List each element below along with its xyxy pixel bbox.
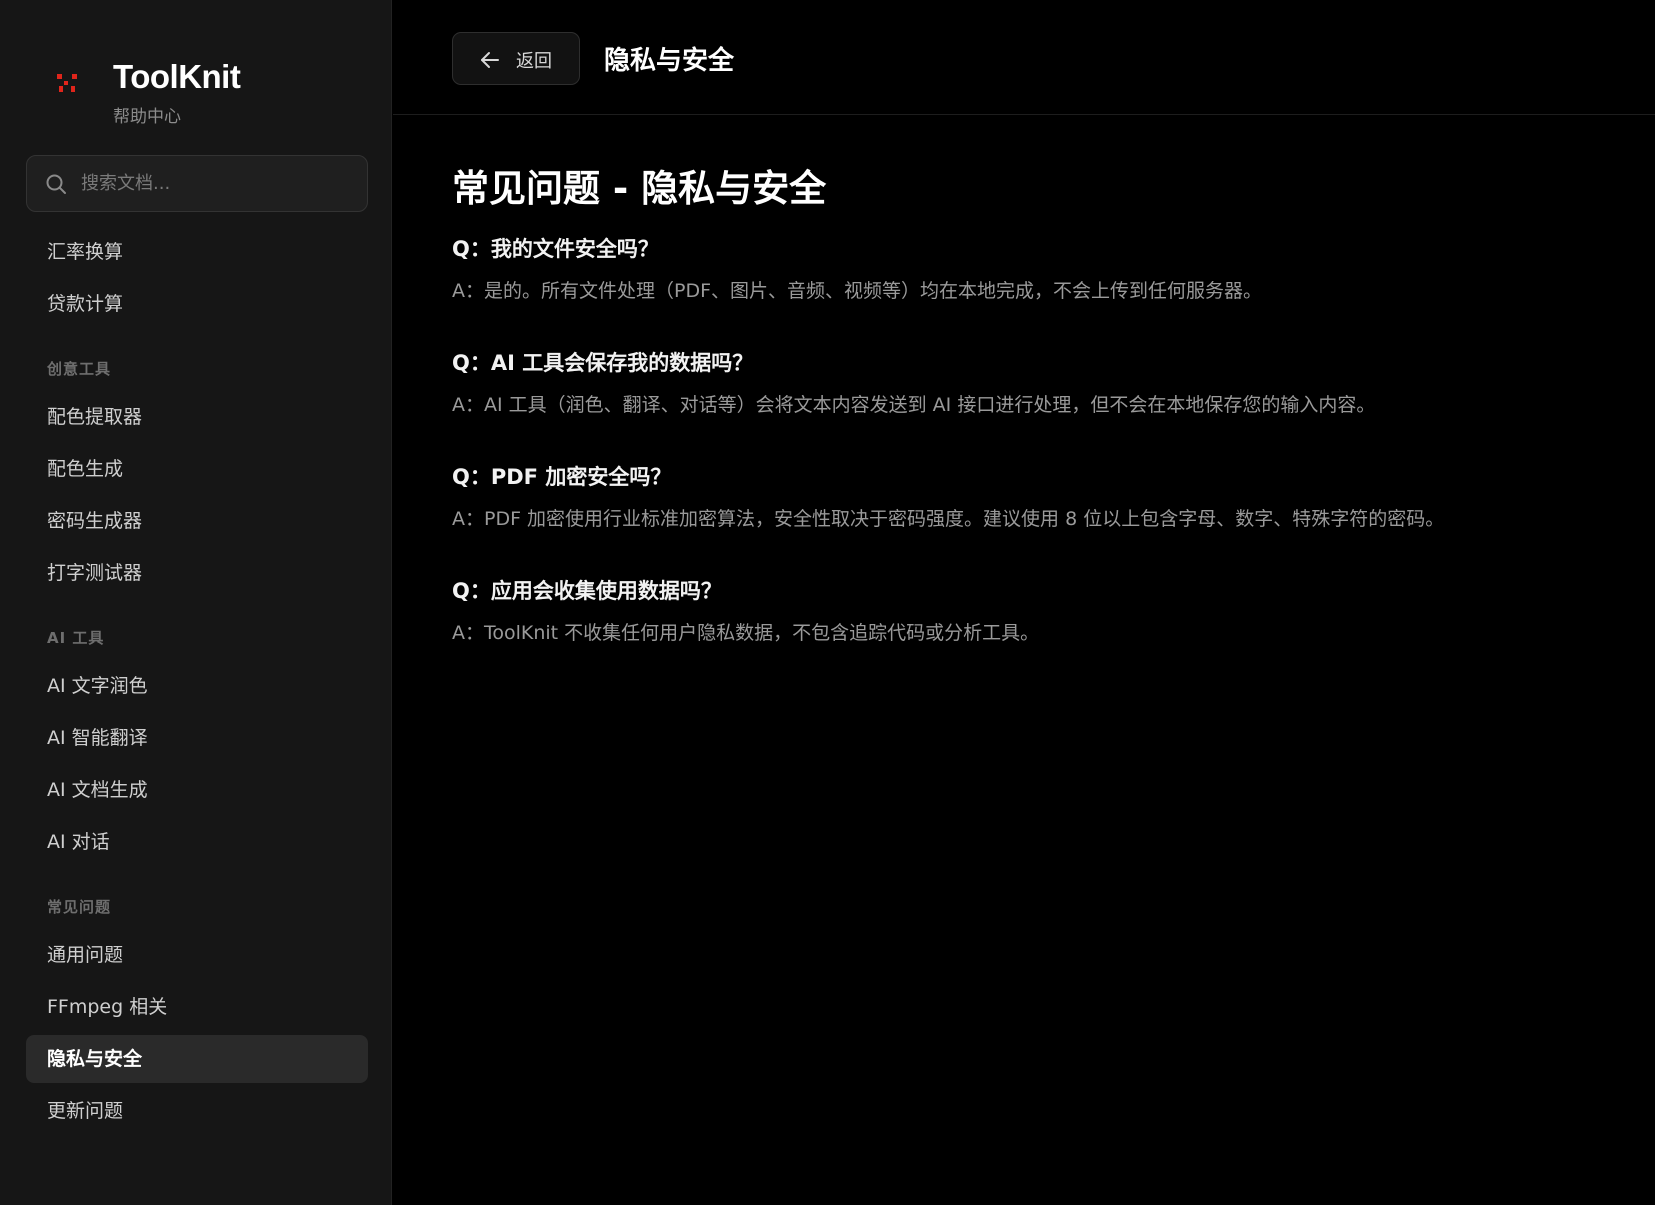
sidebar-item-palette-generator[interactable]: 配色生成 xyxy=(26,445,368,493)
sidebar-item-exchange-rate[interactable]: 汇率换算 xyxy=(26,228,368,276)
faq-answer: A：PDF 加密使用行业标准加密算法，安全性取决于密码强度。建议使用 8 位以上… xyxy=(452,508,1445,530)
sidebar-item-update-questions[interactable]: 更新问题 xyxy=(26,1087,368,1135)
faq-question: Q：应用会收集使用数据吗？ xyxy=(452,579,722,603)
faq-item: Q：PDF 加密安全吗？ A：PDF 加密使用行业标准加密算法，安全性取决于密码… xyxy=(452,455,1622,567)
back-button[interactable]: 返回 xyxy=(452,32,580,85)
sidebar-item-general-questions[interactable]: 通用问题 xyxy=(26,931,368,979)
sidebar-item-ai-chat[interactable]: AI 对话 xyxy=(26,818,368,866)
brand-subtitle: 帮助中心 xyxy=(113,107,181,127)
sidebar-item-color-extractor[interactable]: 配色提取器 xyxy=(26,393,368,441)
faq-question: Q：PDF 加密安全吗？ xyxy=(452,465,672,489)
sidebar-item-typing-test[interactable]: 打字测试器 xyxy=(26,549,368,597)
main-content: 常见问题 - 隐私与安全 Q：我的文件安全吗？ A：是的。所有文件处理（PDF、… xyxy=(452,165,1622,681)
faq-question: Q：我的文件安全吗？ xyxy=(452,237,659,261)
sidebar-item-loan-calculator[interactable]: 贷款计算 xyxy=(26,280,368,328)
sidebar-group-creative-tools: 创意工具 xyxy=(47,360,112,378)
sidebar-group-faq: 常见问题 xyxy=(47,898,112,916)
arrow-left-icon xyxy=(481,52,499,68)
topbar: 返回 隐私与安全 xyxy=(393,0,1655,115)
brand: ToolKnit 帮助中心 xyxy=(55,58,355,128)
search-icon xyxy=(46,174,66,194)
sidebar-item-ai-translate[interactable]: AI 智能翻译 xyxy=(26,714,368,762)
faq-answer: A：AI 工具（润色、翻译、对话等）会将文本内容发送到 AI 接口进行处理，但不… xyxy=(452,394,1376,416)
sidebar: ToolKnit 帮助中心 汇率换算 贷款计算 创意工具 配色提取器 配色生成 … xyxy=(0,0,392,1205)
search-input[interactable] xyxy=(81,156,351,211)
document-title: 常见问题 - 隐私与安全 xyxy=(452,167,827,210)
faq-answer: A：是的。所有文件处理（PDF、图片、音频、视频等）均在本地完成，不会上传到任何… xyxy=(452,280,1263,302)
sidebar-group-ai-tools: AI 工具 xyxy=(47,629,105,647)
sidebar-item-privacy-security[interactable]: 隐私与安全 xyxy=(26,1035,368,1083)
brand-name: ToolKnit xyxy=(113,58,241,95)
search-box[interactable] xyxy=(26,155,368,212)
back-button-label: 返回 xyxy=(516,51,552,72)
faq-item: Q：我的文件安全吗？ A：是的。所有文件处理（PDF、图片、音频、视频等）均在本… xyxy=(452,227,1622,339)
faq-item: Q：AI 工具会保存我的数据吗？ A：AI 工具（润色、翻译、对话等）会将文本内… xyxy=(452,341,1622,453)
app-window: ToolKnit 帮助中心 汇率换算 贷款计算 创意工具 配色提取器 配色生成 … xyxy=(0,0,1655,1205)
sidebar-item-ai-polish[interactable]: AI 文字润色 xyxy=(26,662,368,710)
sidebar-item-ai-document[interactable]: AI 文档生成 xyxy=(26,766,368,814)
faq-item: Q：应用会收集使用数据吗？ A：ToolKnit 不收集任何用户隐私数据，不包含… xyxy=(452,569,1622,681)
sidebar-item-ffmpeg[interactable]: FFmpeg 相关 xyxy=(26,983,368,1031)
faq-answer: A：ToolKnit 不收集任何用户隐私数据，不包含追踪代码或分析工具。 xyxy=(452,622,1040,644)
toolknit-logo-icon xyxy=(57,74,77,92)
faq-question: Q：AI 工具会保存我的数据吗？ xyxy=(452,351,754,375)
page-title: 隐私与安全 xyxy=(604,46,735,76)
sidebar-item-password-generator[interactable]: 密码生成器 xyxy=(26,497,368,545)
